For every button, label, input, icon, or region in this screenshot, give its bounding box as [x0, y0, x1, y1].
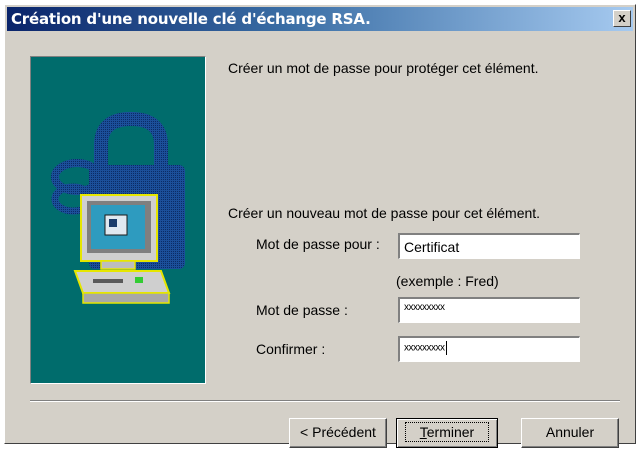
- separator: [30, 400, 620, 402]
- password-label: Mot de passe :: [256, 302, 348, 318]
- confirm-label: Confirmer :: [256, 341, 326, 357]
- text-caret: [445, 341, 447, 355]
- section-subtitle: Créer un nouveau mot de passe pour cet é…: [228, 205, 541, 221]
- confirm-mask: xxxxxxxxx: [404, 342, 445, 354]
- finish-accelerator: T: [419, 424, 427, 440]
- password-mask: xxxxxxxxx: [404, 302, 445, 313]
- finish-button[interactable]: Terminer: [396, 418, 498, 448]
- title-bar[interactable]: Création d'une nouvelle clé d'échange RS…: [7, 7, 633, 31]
- password-for-field[interactable]: [398, 233, 580, 259]
- example-hint: (exemple : Fred): [396, 273, 499, 289]
- wizard-illustration: [30, 56, 206, 384]
- finish-focus-ring: Terminer: [404, 422, 490, 442]
- close-icon: x: [618, 10, 626, 25]
- confirm-field[interactable]: xxxxxxxxx: [398, 336, 580, 362]
- finish-label: erminer: [426, 424, 475, 440]
- computer-padlock-icon: [51, 111, 185, 304]
- password-field[interactable]: xxxxxxxxx: [398, 297, 580, 323]
- password-for-label: Mot de passe pour :: [256, 236, 380, 252]
- intro-text: Créer un mot de passe pour protéger cet …: [228, 60, 539, 76]
- window-title: Création d'une nouvelle clé d'échange RS…: [11, 10, 371, 28]
- previous-button[interactable]: < Précédent: [289, 418, 387, 448]
- cancel-button[interactable]: Annuler: [521, 418, 619, 448]
- close-button[interactable]: x: [613, 10, 631, 27]
